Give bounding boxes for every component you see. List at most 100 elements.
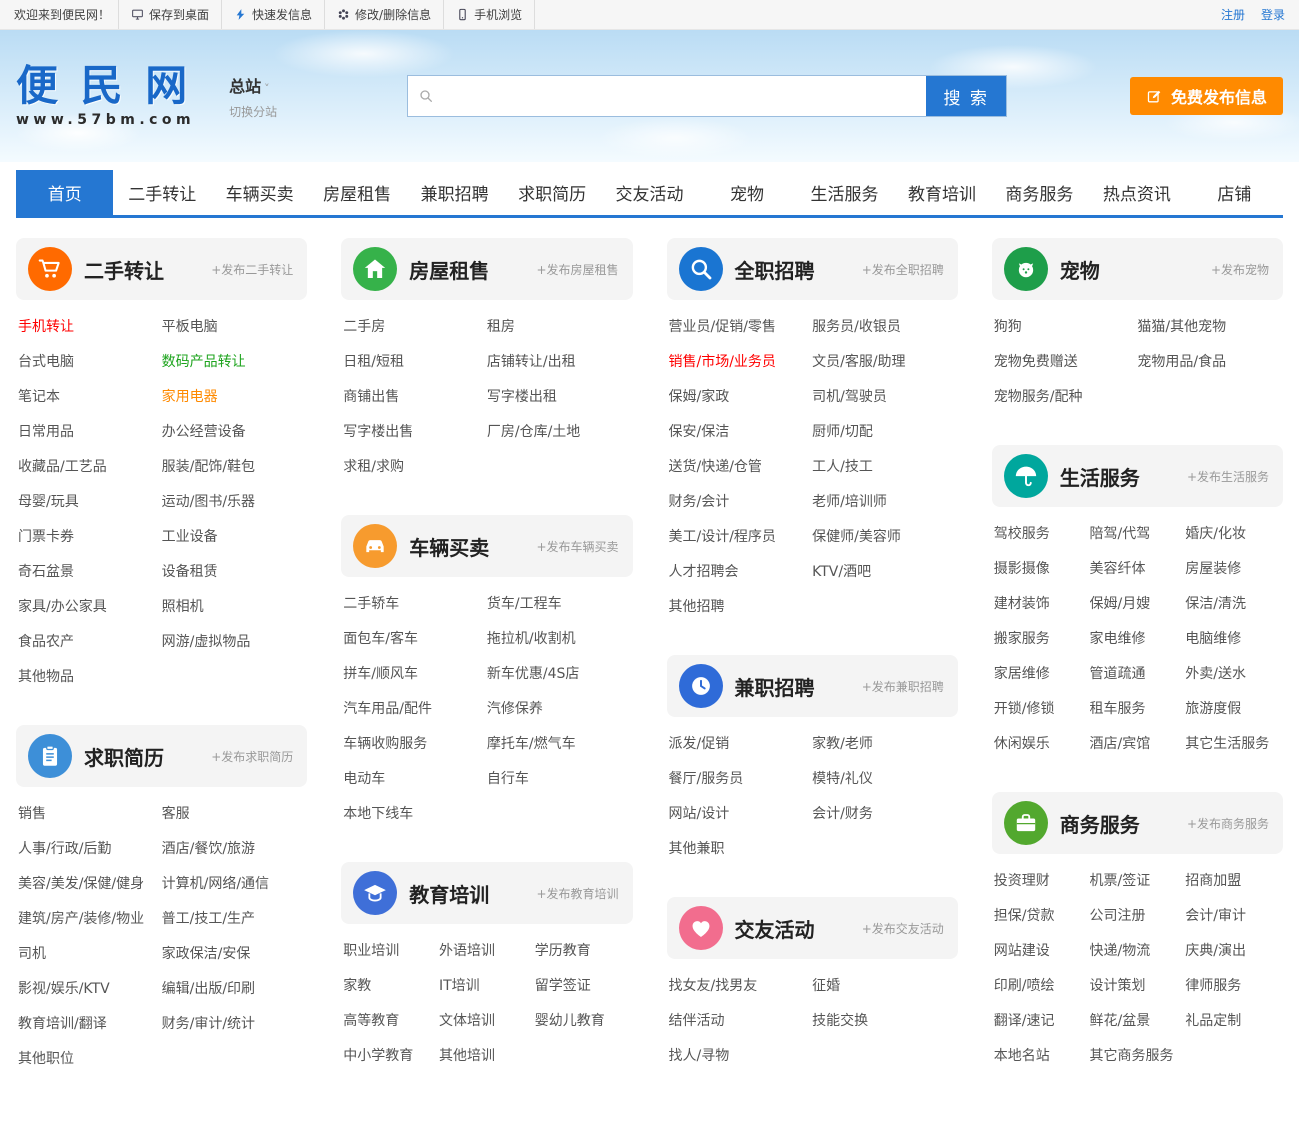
category-link[interactable]: 手机转让 [18, 310, 162, 345]
category-link[interactable]: 计算机/网络/通信 [162, 867, 306, 902]
nav-item[interactable]: 热点资讯 [1088, 170, 1185, 215]
category-link[interactable]: 家电维修 [1090, 622, 1186, 657]
category-link[interactable]: 休闲娱乐 [994, 727, 1090, 762]
category-link[interactable]: 教育培训/翻译 [18, 1007, 162, 1042]
category-link[interactable]: 财务/审计/统计 [162, 1007, 306, 1042]
nav-item[interactable]: 二手转让 [113, 170, 210, 215]
category-link[interactable]: 厨师/切配 [812, 415, 956, 450]
category-link[interactable]: KTV/酒吧 [812, 555, 956, 590]
category-link[interactable]: 客服 [162, 797, 306, 832]
topbar-link[interactable]: 手机浏览 [443, 0, 535, 29]
topbar-link[interactable]: 快速发信息 [221, 0, 324, 29]
category-link[interactable]: 网站/设计 [669, 797, 813, 832]
category-link[interactable]: 编辑/出版/印刷 [162, 972, 306, 1007]
category-link[interactable]: 礼品定制 [1185, 1004, 1281, 1039]
category-link[interactable]: 设备租赁 [162, 555, 306, 590]
category-link[interactable]: 服装/配饰/鞋包 [162, 450, 306, 485]
category-link[interactable]: 本地名站 [994, 1039, 1090, 1074]
category-link[interactable]: 电脑维修 [1185, 622, 1281, 657]
publish-category-link[interactable]: +发布兼职招聘 [862, 678, 944, 695]
category-link[interactable]: 家用电器 [162, 380, 306, 415]
category-link[interactable]: 派发/促销 [669, 727, 813, 762]
publish-category-link[interactable]: +发布宠物 [1211, 261, 1269, 278]
category-link[interactable]: 征婚 [812, 969, 956, 1004]
category-link[interactable]: 日常用品 [18, 415, 162, 450]
publish-category-link[interactable]: +发布商务服务 [1187, 815, 1269, 832]
category-link[interactable]: 美容/美发/保健/健身 [18, 867, 162, 902]
category-link[interactable]: 搬家服务 [994, 622, 1090, 657]
category-link[interactable]: 其他兼职 [669, 832, 813, 867]
category-link[interactable]: 销售/市场/业务员 [669, 345, 813, 380]
category-link[interactable]: 厂房/仓库/土地 [487, 415, 631, 450]
category-link[interactable]: 印刷/喷绘 [994, 969, 1090, 1004]
category-link[interactable]: 拖拉机/收割机 [487, 622, 631, 657]
category-link[interactable]: 工业设备 [162, 520, 306, 555]
category-link[interactable]: 办公经营设备 [162, 415, 306, 450]
category-link[interactable]: 技能交换 [812, 1004, 956, 1039]
category-link[interactable]: 商铺出售 [343, 380, 487, 415]
publish-category-link[interactable]: +发布生活服务 [1187, 468, 1269, 485]
category-link[interactable]: 猫猫/其他宠物 [1137, 310, 1281, 345]
nav-item[interactable]: 兼职招聘 [406, 170, 503, 215]
category-link[interactable]: 食品农产 [18, 625, 162, 660]
category-link[interactable]: 二手轿车 [343, 587, 487, 622]
category-link[interactable]: 平板电脑 [162, 310, 306, 345]
category-link[interactable]: 门票卡券 [18, 520, 162, 555]
category-link[interactable]: 面包车/客车 [343, 622, 487, 657]
category-link[interactable]: 找人/寻物 [669, 1039, 813, 1074]
category-link[interactable]: 本地下线车 [343, 797, 487, 832]
category-link[interactable]: 老师/培训师 [812, 485, 956, 520]
category-link[interactable]: 奇石盆景 [18, 555, 162, 590]
category-link[interactable]: 旅游度假 [1185, 692, 1281, 727]
nav-item[interactable]: 交友活动 [601, 170, 698, 215]
category-link[interactable]: 母婴/玩具 [18, 485, 162, 520]
category-link[interactable]: 找女友/找男友 [669, 969, 813, 1004]
category-link[interactable]: 担保/贷款 [994, 899, 1090, 934]
category-link[interactable]: 求租/求购 [343, 450, 487, 485]
category-link[interactable]: 婴幼儿教育 [535, 1004, 631, 1039]
nav-item[interactable]: 生活服务 [796, 170, 893, 215]
publish-category-link[interactable]: +发布房屋租售 [536, 261, 618, 278]
category-link[interactable]: 家居维修 [994, 657, 1090, 692]
category-link[interactable]: 学历教育 [535, 934, 631, 969]
category-link[interactable]: IT培训 [439, 969, 535, 1004]
category-link[interactable]: 送货/快递/仓管 [669, 450, 813, 485]
category-link[interactable]: 婚庆/化妆 [1185, 517, 1281, 552]
category-link[interactable]: 店铺转让/出租 [487, 345, 631, 380]
category-link[interactable]: 车辆收购服务 [343, 727, 487, 762]
publish-category-link[interactable]: +发布二手转让 [211, 261, 293, 278]
category-link[interactable]: 鲜花/盆景 [1090, 1004, 1186, 1039]
category-link[interactable]: 狗狗 [994, 310, 1138, 345]
category-link[interactable]: 笔记本 [18, 380, 162, 415]
category-link[interactable]: 影视/娱乐/KTV [18, 972, 162, 1007]
nav-item[interactable]: 首页 [16, 170, 113, 215]
category-link[interactable]: 投资理财 [994, 864, 1090, 899]
category-link[interactable]: 保安/保洁 [669, 415, 813, 450]
category-link[interactable]: 销售 [18, 797, 162, 832]
category-link[interactable]: 汽车用品/配件 [343, 692, 487, 727]
publish-category-link[interactable]: +发布全职招聘 [862, 261, 944, 278]
login-link[interactable]: 登录 [1261, 6, 1285, 23]
category-link[interactable]: 照相机 [162, 590, 306, 625]
category-link[interactable]: 拼车/顺风车 [343, 657, 487, 692]
category-link[interactable]: 保健师/美容师 [812, 520, 956, 555]
site-logo[interactable]: 便 民 网 www.57bm.com [16, 64, 195, 127]
category-link[interactable]: 自行车 [487, 762, 631, 797]
category-link[interactable]: 翻译/速记 [994, 1004, 1090, 1039]
category-link[interactable]: 保洁/清洗 [1185, 587, 1281, 622]
nav-item[interactable]: 求职简历 [503, 170, 600, 215]
category-link[interactable]: 网游/虚拟物品 [162, 625, 306, 660]
register-link[interactable]: 注册 [1221, 6, 1245, 23]
publish-category-link[interactable]: +发布交友活动 [862, 920, 944, 937]
category-link[interactable]: 文员/客服/助理 [812, 345, 956, 380]
category-link[interactable]: 工人/技工 [812, 450, 956, 485]
category-link[interactable]: 会计/审计 [1185, 899, 1281, 934]
category-link[interactable]: 公司注册 [1090, 899, 1186, 934]
category-link[interactable]: 租车服务 [1090, 692, 1186, 727]
category-link[interactable]: 宠物免费赠送 [994, 345, 1138, 380]
category-link[interactable]: 其他职位 [18, 1042, 162, 1077]
category-link[interactable]: 营业员/促销/零售 [669, 310, 813, 345]
category-link[interactable]: 摄影摄像 [994, 552, 1090, 587]
category-link[interactable]: 美容纤体 [1090, 552, 1186, 587]
category-link[interactable]: 家教/老师 [812, 727, 956, 762]
